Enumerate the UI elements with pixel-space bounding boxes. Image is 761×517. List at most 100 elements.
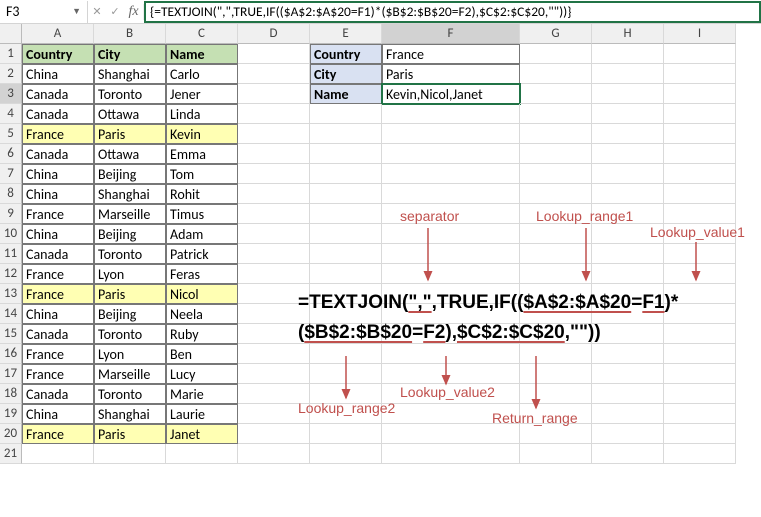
cell-B7[interactable]: Beijing [94,164,166,184]
cell-C15[interactable]: Ruby [166,324,238,344]
cell-I1[interactable] [664,44,736,64]
cell-G4[interactable] [520,104,592,124]
col-header-A[interactable]: A [22,24,94,44]
cell-A4[interactable]: Canada [22,104,94,124]
cell-A19[interactable]: China [22,404,94,424]
cell-H6[interactable] [592,144,664,164]
cell-G3[interactable] [520,84,592,104]
cell-C1[interactable]: Name [166,44,238,64]
cell-C20[interactable]: Janet [166,424,238,444]
row-header-9[interactable]: 9 [0,204,22,224]
cell-B12[interactable]: Lyon [94,264,166,284]
cell-C6[interactable]: Emma [166,144,238,164]
select-all-corner[interactable] [0,24,22,44]
spreadsheet-grid[interactable]: ABCDEFGHI1CountryCityNameCountryFrance2C… [0,24,761,464]
cell-B18[interactable]: Toronto [94,384,166,404]
cell-F6[interactable] [382,144,520,164]
row-header-19[interactable]: 19 [0,404,22,424]
cell-F1[interactable]: France [382,44,520,64]
cell-F5[interactable] [382,124,520,144]
col-header-E[interactable]: E [310,24,382,44]
row-header-12[interactable]: 12 [0,264,22,284]
cell-C11[interactable]: Patrick [166,244,238,264]
row-header-17[interactable]: 17 [0,364,22,384]
cell-A5[interactable]: France [22,124,94,144]
cell-C5[interactable]: Kevin [166,124,238,144]
cell-C16[interactable]: Ben [166,344,238,364]
cell-B9[interactable]: Marseille [94,204,166,224]
cell-A6[interactable]: Canada [22,144,94,164]
cell-B14[interactable]: Beijing [94,304,166,324]
cell-G5[interactable] [520,124,592,144]
cell-A16[interactable]: France [22,344,94,364]
cell-A3[interactable]: Canada [22,84,94,104]
cell-D2[interactable] [238,64,310,84]
accept-icon[interactable]: ✓ [106,5,124,18]
cell-B1[interactable]: City [94,44,166,64]
cell-B15[interactable]: Toronto [94,324,166,344]
cell-A17[interactable]: France [22,364,94,384]
cell-A10[interactable]: China [22,224,94,244]
col-header-G[interactable]: G [520,24,592,44]
row-header-11[interactable]: 11 [0,244,22,264]
cell-D1[interactable] [238,44,310,64]
row-header-3[interactable]: 3 [0,84,22,104]
cell-A13[interactable]: France [22,284,94,304]
col-header-I[interactable]: I [664,24,736,44]
cell-B4[interactable]: Ottawa [94,104,166,124]
cell-A9[interactable]: France [22,204,94,224]
name-box[interactable]: F3 ▼ [0,1,88,23]
cell-H1[interactable] [592,44,664,64]
cell-E1[interactable]: Country [310,44,382,64]
cell-E6[interactable] [310,144,382,164]
cell-C19[interactable]: Laurie [166,404,238,424]
col-header-D[interactable]: D [238,24,310,44]
cell-H2[interactable] [592,64,664,84]
cell-C21[interactable] [166,444,238,464]
cell-A14[interactable]: China [22,304,94,324]
cell-C17[interactable]: Lucy [166,364,238,384]
cancel-icon[interactable]: ✕ [88,5,106,18]
cell-G1[interactable] [520,44,592,64]
chevron-down-icon[interactable]: ▼ [72,6,81,17]
row-header-8[interactable]: 8 [0,184,22,204]
cell-B13[interactable]: Paris [94,284,166,304]
col-header-H[interactable]: H [592,24,664,44]
cell-B6[interactable]: Ottawa [94,144,166,164]
cell-I2[interactable] [664,64,736,84]
cell-F3[interactable]: Kevin,Nicol,Janet [382,84,520,104]
cell-C2[interactable]: Carlo [166,64,238,84]
cell-F2[interactable]: Paris [382,64,520,84]
cell-G6[interactable] [520,144,592,164]
cell-I6[interactable] [664,144,736,164]
cell-C9[interactable]: Timus [166,204,238,224]
cell-B21[interactable] [94,444,166,464]
cell-C12[interactable]: Feras [166,264,238,284]
row-header-10[interactable]: 10 [0,224,22,244]
cell-H4[interactable] [592,104,664,124]
formula-input[interactable]: {=TEXTJOIN(",",TRUE,IF(($A$2:$A$20=F1)*(… [144,1,761,23]
cell-E2[interactable]: City [310,64,382,84]
cell-D3[interactable] [238,84,310,104]
cell-A20[interactable]: France [22,424,94,444]
fx-icon[interactable]: fx [124,4,144,20]
cell-B11[interactable]: Toronto [94,244,166,264]
cell-G2[interactable] [520,64,592,84]
cell-B20[interactable]: Paris [94,424,166,444]
cell-D5[interactable] [238,124,310,144]
cell-I4[interactable] [664,104,736,124]
col-header-C[interactable]: C [166,24,238,44]
row-header-15[interactable]: 15 [0,324,22,344]
col-header-B[interactable]: B [94,24,166,44]
cell-C13[interactable]: Nicol [166,284,238,304]
row-header-6[interactable]: 6 [0,144,22,164]
cell-B3[interactable]: Toronto [94,84,166,104]
cell-C14[interactable]: Neela [166,304,238,324]
cell-B16[interactable]: Lyon [94,344,166,364]
cell-B10[interactable]: Beijing [94,224,166,244]
col-header-F[interactable]: F [382,24,520,44]
row-header-4[interactable]: 4 [0,104,22,124]
row-header-16[interactable]: 16 [0,344,22,364]
cell-A11[interactable]: Canada [22,244,94,264]
cell-A18[interactable]: Canada [22,384,94,404]
